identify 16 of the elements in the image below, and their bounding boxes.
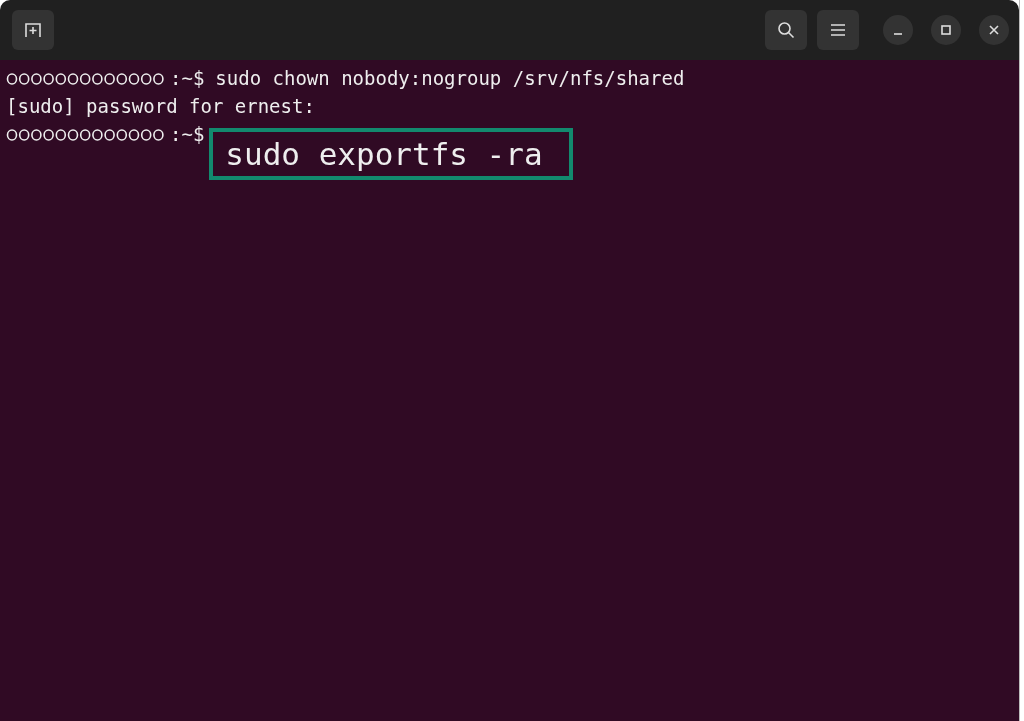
new-tab-button[interactable] bbox=[12, 10, 54, 50]
prompt-text: :~$ bbox=[170, 66, 205, 91]
highlighted-command: sudo exportfs -ra bbox=[209, 128, 573, 180]
close-icon bbox=[989, 25, 999, 35]
search-icon bbox=[777, 21, 795, 39]
minimize-icon bbox=[893, 33, 903, 35]
close-button[interactable] bbox=[979, 15, 1009, 45]
maximize-icon bbox=[941, 25, 951, 35]
menu-icon bbox=[830, 23, 846, 37]
search-button[interactable] bbox=[765, 10, 807, 50]
menu-button[interactable] bbox=[817, 10, 859, 50]
maximize-button[interactable] bbox=[931, 15, 961, 45]
command-text: sudo chown nobody:nogroup /srv/nfs/shared bbox=[215, 66, 685, 91]
prompt-text: :~$ bbox=[170, 122, 205, 147]
new-tab-icon bbox=[24, 22, 42, 38]
output-text: [sudo] password for ernest: bbox=[6, 94, 315, 119]
